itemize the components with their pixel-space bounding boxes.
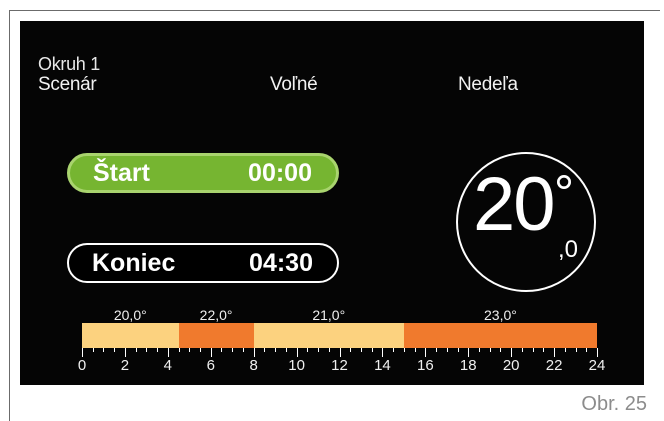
hour-tick [253, 348, 255, 357]
hour-tick [425, 348, 427, 357]
thermostat-screen: Okruh 1 Scenár Voľné Nedeľa Štart 00:00 … [20, 21, 644, 385]
segment-temperature-label: 22,0° [199, 307, 233, 323]
schedule-segment[interactable] [403, 323, 597, 348]
hour-tick [393, 348, 395, 352]
hour-tick [178, 348, 180, 352]
start-time-value: 00:00 [248, 158, 312, 187]
hour-tick [200, 348, 202, 352]
hour-tick [296, 348, 298, 357]
temperature-decimal: ,0 [558, 236, 579, 263]
hour-tick [457, 348, 459, 352]
frame-left-border [9, 10, 10, 421]
hour-label: 14 [374, 357, 391, 374]
mode-label: Voľné [270, 74, 318, 95]
segment-temperature-label: 23,0° [484, 307, 517, 323]
temperature-dial[interactable]: 20 ° ,0 [456, 152, 596, 292]
hour-tick [500, 348, 502, 352]
hour-label: 10 [288, 357, 305, 374]
hour-tick [575, 348, 577, 352]
scenario-label: Scenár [38, 74, 97, 95]
hour-label: 6 [206, 357, 215, 374]
schedule-segment[interactable] [178, 323, 254, 348]
degree-symbol: ° [554, 165, 574, 221]
hour-tick [264, 348, 266, 352]
frame-top-border [9, 10, 660, 11]
hour-tick [307, 348, 309, 352]
hour-tick [489, 348, 491, 352]
start-time-button[interactable]: Štart 00:00 [67, 153, 339, 193]
temperature-integer: 20 [473, 162, 556, 247]
hour-tick [328, 348, 330, 352]
hour-tick [521, 348, 523, 352]
hour-tick [532, 348, 534, 352]
hour-tick [586, 348, 588, 352]
hour-tick [436, 348, 438, 352]
hour-tick [210, 348, 212, 357]
hour-tick [242, 348, 244, 352]
hour-tick [167, 348, 169, 357]
end-time-button[interactable]: Koniec 04:30 [67, 243, 339, 283]
hour-tick [414, 348, 416, 352]
hour-tick [350, 348, 352, 352]
segment-temperature-label: 21,0° [312, 307, 346, 323]
hour-tick [103, 348, 105, 352]
hour-tick [189, 348, 191, 352]
hour-tick [221, 348, 223, 352]
start-label: Štart [93, 158, 150, 187]
hour-tick [511, 348, 513, 357]
hour-tick [403, 348, 405, 352]
hour-tick [318, 348, 320, 352]
hour-label: 18 [459, 357, 477, 374]
hour-tick [446, 348, 448, 352]
hour-tick [339, 348, 341, 357]
hour-tick [564, 348, 566, 352]
hour-label: 4 [163, 357, 172, 374]
hour-label: 24 [588, 357, 606, 374]
schedule-segment[interactable] [82, 323, 179, 348]
hour-tick [92, 348, 94, 352]
hour-tick [478, 348, 480, 352]
hour-tick [157, 348, 159, 352]
hour-tick [146, 348, 148, 352]
segment-temperature-label: 20,0° [113, 307, 147, 323]
hour-tick [468, 348, 470, 357]
hour-label: 20 [502, 357, 520, 374]
hour-tick [360, 348, 362, 352]
hour-tick [597, 348, 598, 357]
hour-label: 12 [331, 357, 348, 374]
end-time-value: 04:30 [249, 248, 313, 277]
hour-tick [82, 348, 83, 357]
hour-tick [382, 348, 384, 357]
schedule-segment[interactable] [253, 323, 404, 348]
hour-label: 0 [77, 357, 87, 374]
hour-tick [543, 348, 545, 352]
hour-tick [114, 348, 116, 352]
figure-caption: Obr. 25 [581, 393, 647, 415]
schedule-bar[interactable] [82, 323, 597, 348]
hour-label: 2 [120, 357, 130, 374]
hour-label: 16 [416, 357, 434, 374]
hour-label: 22 [545, 357, 563, 374]
hour-tick [275, 348, 277, 352]
hour-tick [232, 348, 234, 352]
hour-tick [554, 348, 556, 357]
hour-tick [285, 348, 287, 352]
hour-tick [124, 348, 126, 357]
day-label: Nedeľa [458, 74, 518, 95]
hour-tick [371, 348, 373, 352]
end-label: Koniec [92, 248, 176, 277]
hour-label: 8 [249, 357, 258, 374]
hour-tick [135, 348, 137, 352]
circuit-label: Okruh 1 [38, 54, 100, 74]
